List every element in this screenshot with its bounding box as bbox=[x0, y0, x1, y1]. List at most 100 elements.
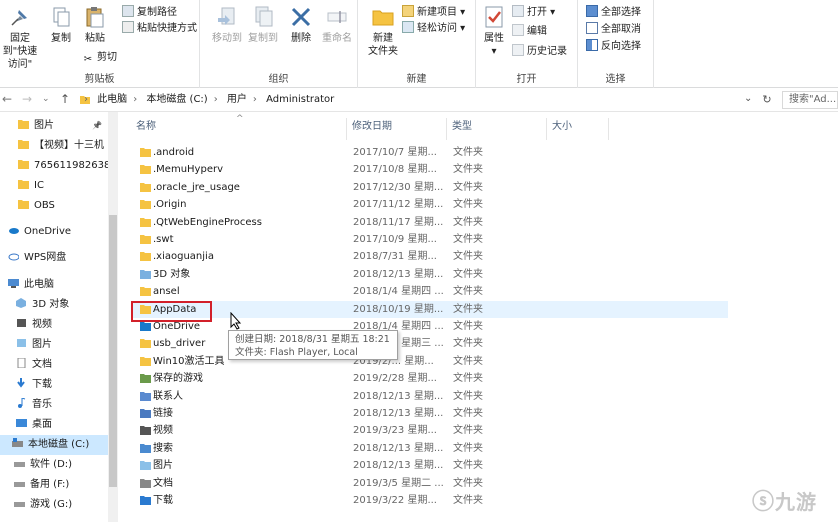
nav-item-label: 视频 bbox=[32, 319, 52, 330]
table-row[interactable]: .swt 2017/10/9 星期... 文件夹 bbox=[132, 231, 728, 248]
column-header-type[interactable]: 类型 bbox=[452, 118, 472, 136]
refresh-icon[interactable]: ↻ bbox=[758, 91, 776, 109]
column-header-name[interactable]: 名称 bbox=[136, 118, 156, 136]
file-date: 2018/11/17 星期... bbox=[353, 216, 444, 228]
table-row[interactable]: 链接 2018/12/13 星期... 文件夹 bbox=[132, 405, 728, 422]
rename-button[interactable]: 重命名 bbox=[318, 4, 356, 45]
select-none-button[interactable]: 全部取消 bbox=[586, 22, 641, 38]
nav-item[interactable]: 本地磁盘 (C:) bbox=[0, 435, 108, 455]
table-row[interactable]: 保存的游戏 2019/2/28 星期... 文件夹 bbox=[132, 370, 728, 387]
nav-item-label: 图片 bbox=[34, 120, 54, 131]
new-item-button[interactable]: 新建项目 ▾ bbox=[402, 5, 465, 21]
column-header-date[interactable]: 修改日期 bbox=[352, 118, 392, 136]
forward-arrow-icon[interactable]: → bbox=[22, 92, 32, 106]
delete-button[interactable]: 删除 bbox=[288, 4, 314, 45]
clipboard-group: 固定到"快速访问" 复制 粘贴 复制路径 粘贴快捷方式 ✂ 剪切 剪贴板 bbox=[0, 0, 200, 88]
drive-icon bbox=[14, 499, 30, 510]
table-row[interactable]: 搜索 2018/12/13 星期... 文件夹 bbox=[132, 440, 728, 457]
nav-item[interactable]: OBS bbox=[0, 196, 108, 216]
folder-icon bbox=[140, 339, 151, 349]
nav-item[interactable]: 765611982638 bbox=[0, 156, 110, 176]
nav-item[interactable]: 下载 bbox=[0, 375, 108, 395]
table-row[interactable]: 图片 2018/12/13 星期... 文件夹 bbox=[132, 457, 728, 474]
select-all-button[interactable]: 全部选择 bbox=[586, 5, 641, 21]
copy-to-button[interactable]: 复制到 bbox=[246, 4, 280, 45]
nav-item[interactable]: 图片 bbox=[0, 335, 108, 355]
nav-item[interactable]: 视频 bbox=[0, 315, 108, 335]
copy-button[interactable]: 复制 bbox=[46, 4, 76, 45]
column-divider[interactable] bbox=[608, 118, 609, 140]
paste-shortcut-button[interactable]: 粘贴快捷方式 bbox=[122, 21, 197, 37]
back-arrow-icon[interactable]: ← bbox=[2, 92, 12, 106]
table-row[interactable]: .android 2017/10/7 星期... 文件夹 bbox=[132, 144, 728, 161]
table-row[interactable]: usb_driver 2018/1/4 星期三 ... 文件夹 bbox=[132, 335, 728, 352]
nav-item[interactable]: WPS网盘 bbox=[0, 248, 108, 268]
recent-chevron-down-icon[interactable]: ⌄ bbox=[42, 94, 50, 104]
search-input[interactable]: 搜索"Ad... bbox=[782, 91, 838, 109]
table-row[interactable]: .Origin 2017/11/12 星期... 文件夹 bbox=[132, 196, 728, 213]
open-button[interactable]: 打开 ▾ bbox=[512, 5, 555, 21]
nav-item[interactable]: OneDrive bbox=[0, 222, 108, 242]
file-name: 联系人 bbox=[153, 390, 183, 402]
address-dropdown-chevron-icon[interactable]: ⌄ bbox=[744, 93, 752, 104]
new-folder-button[interactable]: 新建 文件夹 bbox=[366, 4, 400, 58]
copy-path-button[interactable]: 复制路径 bbox=[122, 5, 177, 21]
nav-item-label: 游戏 (G:) bbox=[30, 499, 73, 510]
nav-item[interactable]: 图片 📌 bbox=[0, 116, 108, 136]
breadcrumb-administrator[interactable]: Administrator bbox=[266, 94, 334, 105]
table-row[interactable]: 文档 2019/3/5 星期二 ... 文件夹 bbox=[132, 475, 728, 492]
easy-access-button[interactable]: 轻松访问 ▾ bbox=[402, 21, 465, 37]
paste-button[interactable]: 粘贴 bbox=[80, 4, 110, 45]
table-row[interactable]: 3D 对象 2018/12/13 星期... 文件夹 bbox=[132, 266, 728, 283]
nav-item[interactable]: 文档 bbox=[0, 355, 108, 375]
table-row[interactable]: .QtWebEngineProcess 2018/11/17 星期... 文件夹 bbox=[132, 214, 728, 231]
table-row[interactable]: Win10激活工具 2019/2/... 星期... 文件夹 bbox=[132, 353, 728, 370]
nav-item[interactable]: 【视频】十三机 bbox=[0, 136, 108, 156]
invert-selection-button[interactable]: 反向选择 bbox=[586, 39, 641, 55]
up-arrow-icon[interactable]: ↑ bbox=[60, 92, 70, 106]
pin-quick-access-button[interactable]: 固定到"快速访问" bbox=[0, 4, 42, 71]
table-row[interactable]: OneDrive 2018/1/4 星期四 ... 文件夹 bbox=[132, 318, 728, 335]
breadcrumb[interactable]: › 此电脑 › 本地磁盘 (C:) › 用户 › Administrator bbox=[84, 91, 756, 109]
breadcrumb-this-pc[interactable]: 此电脑 bbox=[97, 94, 127, 105]
properties-button[interactable]: 属性 ▾ bbox=[480, 4, 508, 58]
table-row[interactable]: ansel 2018/1/4 星期四 ... 文件夹 bbox=[132, 283, 728, 300]
copy-icon bbox=[53, 7, 70, 27]
column-divider[interactable] bbox=[346, 118, 347, 140]
nav-item[interactable]: 音乐 bbox=[0, 395, 108, 415]
table-row[interactable]: AppData 2018/10/19 星期... 文件夹 bbox=[132, 300, 728, 318]
edit-button[interactable]: 编辑 bbox=[512, 24, 547, 40]
nav-item[interactable]: 3D 对象 bbox=[0, 295, 108, 315]
history-button[interactable]: 历史记录 bbox=[512, 44, 567, 60]
table-row[interactable]: 联系人 2018/12/13 星期... 文件夹 bbox=[132, 388, 728, 405]
breadcrumb-local-disk[interactable]: 本地磁盘 (C:) bbox=[146, 94, 207, 105]
table-row[interactable]: .xiaoguanjia 2018/7/31 星期... 文件夹 bbox=[132, 248, 728, 265]
nav-item[interactable]: 备用 (F:) bbox=[0, 475, 108, 495]
address-bar-row: ← → ⌄ ↑ › 此电脑 › 本地磁盘 (C:) › 用户 › Administra… bbox=[0, 88, 838, 112]
table-row[interactable]: 视频 2019/3/23 星期... 文件夹 bbox=[132, 422, 728, 439]
nav-item-label: 桌面 bbox=[32, 419, 52, 430]
nav-item-label: 本地磁盘 (C:) bbox=[28, 439, 90, 450]
column-divider[interactable] bbox=[546, 118, 547, 140]
cloud-icon bbox=[8, 252, 24, 263]
nav-item[interactable]: 桌面 bbox=[0, 415, 108, 435]
breadcrumb-users[interactable]: 用户 bbox=[227, 94, 247, 105]
column-header-size[interactable]: 大小 bbox=[552, 118, 572, 136]
move-to-icon bbox=[218, 7, 235, 25]
nav-scrollbar-thumb[interactable] bbox=[109, 215, 117, 487]
file-date: 2017/12/30 星期... bbox=[353, 181, 444, 193]
file-type: 文件夹 bbox=[453, 442, 483, 454]
column-divider[interactable] bbox=[446, 118, 447, 140]
table-row[interactable]: .oracle_jre_usage 2017/12/30 星期... 文件夹 bbox=[132, 179, 728, 196]
nav-item[interactable]: 游戏 (G:) bbox=[0, 495, 108, 515]
table-row[interactable]: .MemuHyperv 2017/10/8 星期... 文件夹 bbox=[132, 161, 728, 178]
nav-item[interactable]: 此电脑 bbox=[0, 275, 108, 295]
nav-item[interactable]: IC bbox=[0, 176, 108, 196]
file-type: 文件夹 bbox=[453, 251, 483, 263]
watermark-logo: ⓢ九游 bbox=[752, 482, 838, 522]
nav-item[interactable]: 软件 (D:) bbox=[0, 455, 108, 475]
ribbon: 固定到"快速访问" 复制 粘贴 复制路径 粘贴快捷方式 ✂ 剪切 剪贴板 移动到 … bbox=[0, 0, 838, 88]
cut-button[interactable]: ✂ 剪切 bbox=[82, 50, 117, 66]
table-row[interactable]: 下载 2019/3/22 星期... 文件夹 bbox=[132, 492, 728, 509]
move-to-button[interactable]: 移动到 bbox=[210, 4, 244, 45]
